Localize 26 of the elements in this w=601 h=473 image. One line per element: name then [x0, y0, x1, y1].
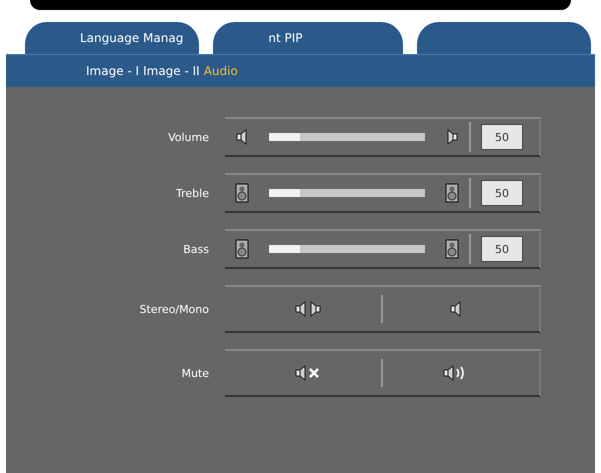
speaker-muted-icon: [295, 365, 321, 381]
sub-tab[interactable]: Image - II: [143, 64, 200, 78]
slider-track[interactable]: [269, 189, 425, 197]
setting-label: Volume: [167, 130, 209, 144]
speaker-box-icon: [445, 183, 459, 203]
speaker-icon: [449, 301, 463, 317]
speaker-icon: [445, 129, 459, 145]
menu-tab[interactable]: Language Manag: [25, 22, 200, 54]
value-display: 50: [481, 180, 523, 206]
speaker-box-icon: [235, 183, 249, 203]
setting-label: Mute: [180, 366, 209, 380]
speaker-icon: [235, 129, 249, 145]
menu-tab[interactable]: nt PIP: [213, 22, 403, 54]
setting-label: Treble: [175, 186, 209, 200]
speaker-box-icon: [235, 239, 249, 259]
sub-tab[interactable]: Audio: [204, 64, 238, 78]
menu-tab[interactable]: [416, 22, 591, 54]
slider-track[interactable]: [269, 245, 425, 253]
slider-track[interactable]: [269, 133, 425, 141]
value-display: 50: [481, 124, 523, 150]
value-display: 50: [481, 236, 523, 262]
setting-label: Bass: [182, 242, 209, 256]
setting-label: Stereo/Mono: [138, 302, 209, 316]
stereo-speakers-icon: [295, 301, 321, 317]
speaker-box-icon: [445, 239, 459, 259]
sub-tab[interactable]: Image - I: [86, 64, 140, 78]
